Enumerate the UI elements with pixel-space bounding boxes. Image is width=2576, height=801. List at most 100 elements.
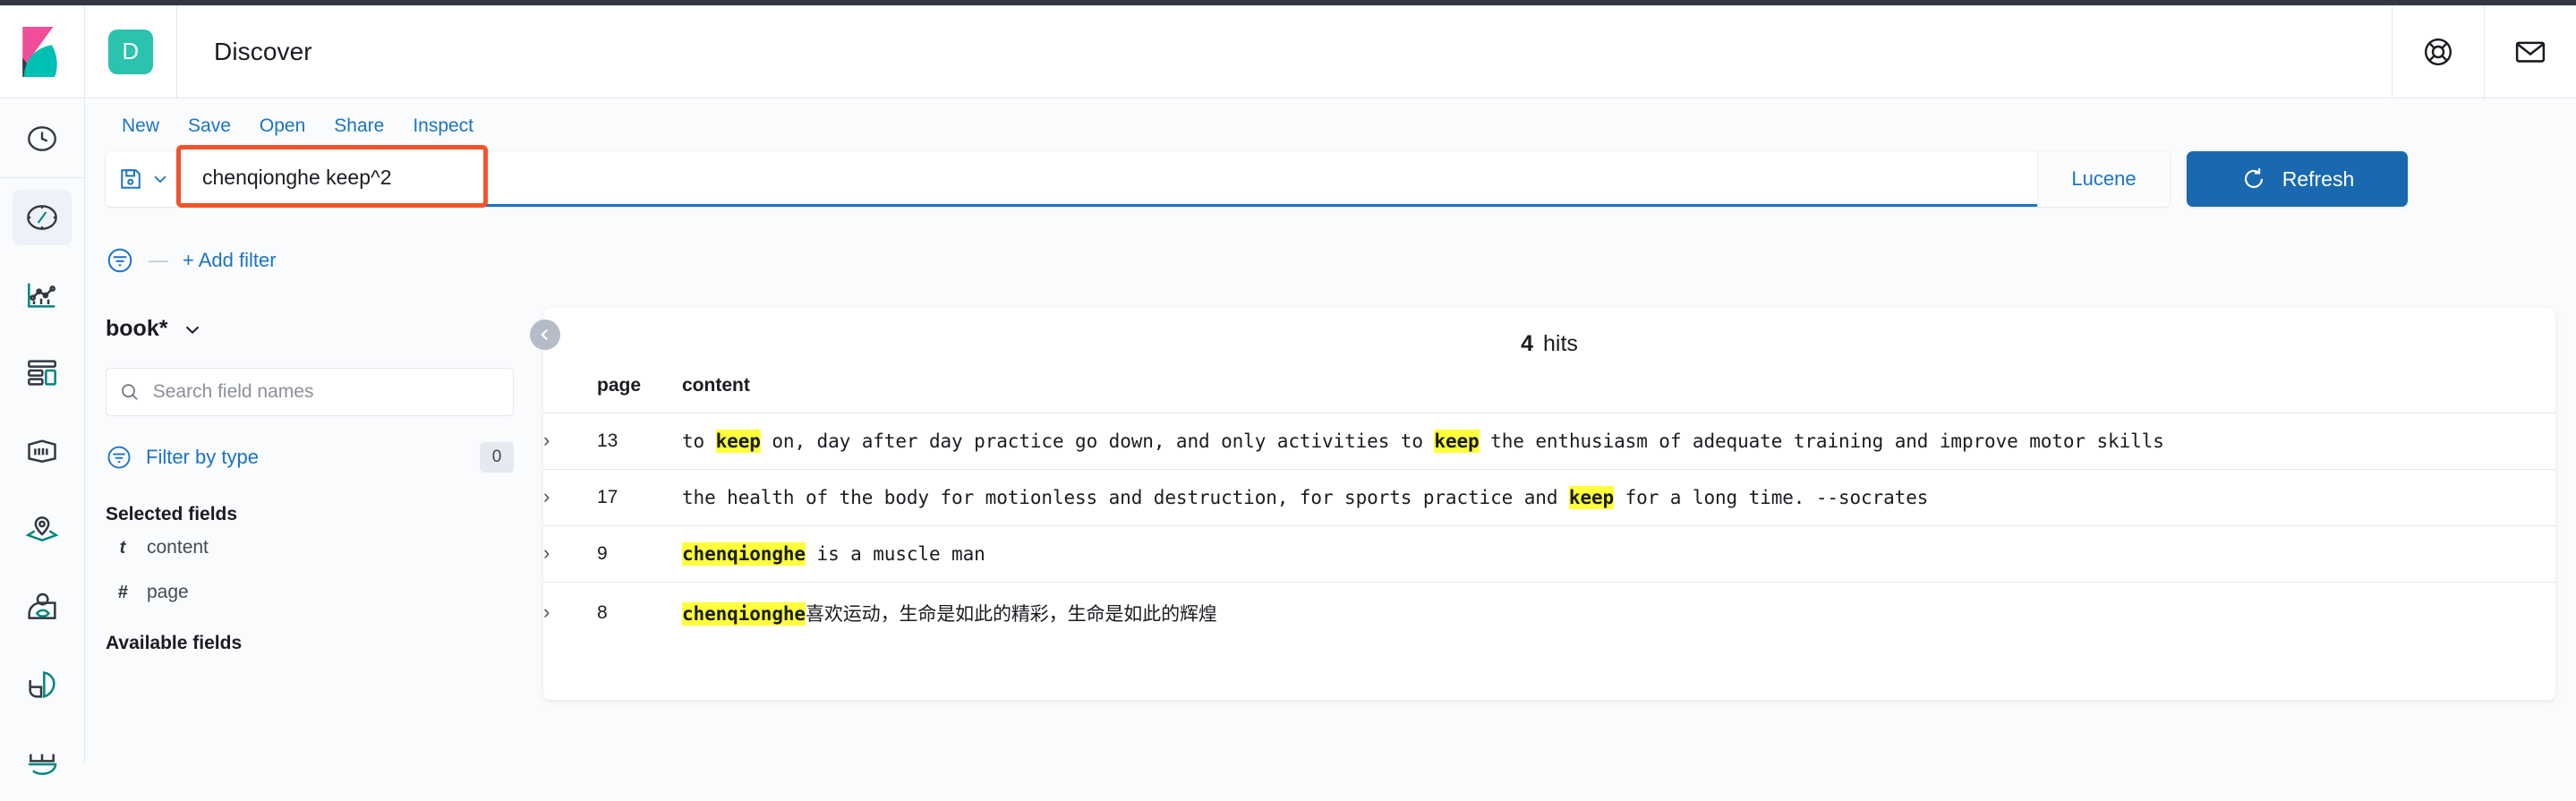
hits-count: 4: [1521, 331, 1533, 356]
highlight-term: chenqionghe: [682, 542, 806, 566]
filter-icon[interactable]: [106, 246, 134, 275]
menu-item-share[interactable]: Share: [320, 112, 398, 141]
field-item-content[interactable]: t content: [106, 525, 514, 570]
table-row[interactable]: › 9 chenqionghe is a muscle man: [543, 525, 2555, 583]
chart-visualize-icon: [28, 283, 56, 308]
expand-row-button[interactable]: ›: [543, 470, 597, 526]
chevron-right-icon: ›: [543, 429, 550, 451]
chevron-left-icon: [541, 328, 548, 341]
kibana-logo-icon: [22, 26, 57, 77]
chevron-right-icon: ›: [543, 541, 550, 564]
help-button[interactable]: [2392, 5, 2484, 98]
cell-content: chenqionghe is a muscle man: [682, 526, 2555, 583]
cell-page: 13: [597, 430, 618, 451]
filter-icon: [107, 446, 131, 469]
expand-row-button[interactable]: ›: [543, 526, 597, 583]
cell-page: 9: [597, 543, 608, 564]
refresh-button[interactable]: Refresh: [2187, 151, 2408, 207]
query-language-button[interactable]: Lucene: [2037, 151, 2170, 207]
dashboard-icon: [28, 359, 56, 386]
clock-recent-icon: [28, 125, 56, 151]
cell-content: the health of the body for motionless an…: [682, 470, 2555, 526]
machine-learning-icon: [28, 592, 56, 619]
menu-item-save[interactable]: Save: [174, 112, 245, 141]
available-fields-heading: Available fields: [106, 633, 243, 653]
search-icon: [122, 384, 138, 400]
mail-envelope-icon: [2515, 41, 2546, 63]
nav-rail-recent[interactable]: [0, 99, 84, 178]
content-text: is a muscle man: [805, 543, 985, 565]
highlight-term: keep: [1434, 430, 1480, 453]
column-header-page: page: [597, 375, 642, 396]
filter-by-type-label: Filter by type: [146, 446, 259, 468]
table-row[interactable]: › 8 chenqionghe喜欢运动，生命是如此的精彩，生命是如此的辉煌: [543, 582, 2555, 644]
chevron-down-icon: [186, 326, 200, 334]
field-type-icon: #: [117, 582, 128, 602]
index-pattern-selector[interactable]: book*: [106, 316, 514, 342]
sidebar-item-canvas[interactable]: [0, 412, 84, 490]
field-type-icon: t: [119, 537, 126, 558]
saved-query-button[interactable]: [106, 151, 181, 207]
field-item-page[interactable]: # page: [106, 570, 514, 615]
app-header: D Discover: [0, 5, 2576, 98]
menu-item-open[interactable]: Open: [245, 112, 320, 141]
refresh-icon: [2244, 168, 2263, 188]
filter-by-type-count: 0: [480, 442, 514, 473]
search-field-names-input[interactable]: [152, 381, 500, 403]
table-row[interactable]: › 13 to keep on, day after day practice go…: [543, 413, 2555, 470]
field-search-box[interactable]: [106, 368, 514, 416]
hits-label: hits: [1543, 331, 1578, 356]
collapse-sidebar-button[interactable]: [530, 320, 560, 350]
chevron-down-icon: [153, 175, 166, 183]
cell-page: 8: [597, 602, 608, 623]
field-name-label: content: [147, 537, 209, 558]
expand-row-button[interactable]: ›: [543, 413, 597, 470]
highlight-term: keep: [715, 430, 761, 453]
cell-content: chenqionghe喜欢运动，生命是如此的精彩，生命是如此的辉煌: [682, 583, 2555, 644]
maps-pin-icon: [25, 516, 59, 541]
highlight-term: keep: [1568, 486, 1615, 509]
column-header-caret: [543, 368, 597, 413]
sidebar-item-dashboard[interactable]: [0, 334, 84, 412]
query-input-wrap: [176, 145, 2037, 208]
content-text: the health of the body for motionless an…: [682, 487, 1569, 508]
content-text: to: [682, 430, 716, 452]
sidebar-item-visualize[interactable]: [0, 256, 84, 334]
highlight-term: chenqionghe: [682, 602, 806, 626]
graph-icon: [29, 670, 55, 698]
chevron-right-icon: ›: [543, 485, 550, 507]
query-bar-row: Lucene Refresh: [86, 145, 2576, 216]
app-badge: D: [108, 29, 153, 74]
menu-item-inspect[interactable]: Inspect: [398, 112, 488, 141]
canvas-icon: [28, 439, 56, 463]
sidebar-item-maps[interactable]: [0, 490, 84, 567]
nav-rail: [0, 99, 85, 775]
documents-table: page content › 13 to keep on, day after da…: [543, 368, 2555, 643]
app-badge-cell[interactable]: D: [85, 5, 177, 98]
index-pattern-label: book*: [106, 316, 168, 341]
page-title: Discover: [214, 37, 312, 65]
header-actions: [2392, 5, 2576, 98]
cell-content: to keep on, day after day practice go do…: [682, 413, 2555, 470]
sidebar-item-machine-learning[interactable]: [0, 567, 84, 645]
add-filter-button[interactable]: + Add filter: [183, 249, 277, 272]
query-bar: Lucene: [106, 145, 2170, 208]
filter-by-type-button[interactable]: Filter by type 0: [106, 438, 514, 477]
refresh-label: Refresh: [2282, 166, 2355, 191]
menu-item-new[interactable]: New: [113, 112, 174, 141]
sidebar-item-graph[interactable]: [0, 645, 84, 723]
filter-bar: — + Add filter: [86, 240, 2576, 281]
table-row[interactable]: › 17 the health of the body for motionless…: [543, 469, 2555, 526]
mail-button[interactable]: [2484, 5, 2576, 98]
selected-fields-heading: Selected fields: [106, 504, 238, 524]
expand-row-button[interactable]: ›: [543, 583, 597, 644]
content-text: on, day after day practice go down, and …: [760, 430, 1435, 452]
search-input[interactable]: [181, 151, 2037, 204]
chevron-right-icon: ›: [543, 601, 550, 623]
content-text: for a long time. --socrates: [1614, 487, 1929, 508]
kibana-logo-cell[interactable]: [0, 5, 85, 98]
compass-discover-icon: [27, 204, 57, 230]
sidebar-item-discover[interactable]: [0, 178, 84, 256]
hits-bar: 4 hits: [543, 308, 2555, 368]
table-body: › 13 to keep on, day after day practice go…: [543, 413, 2555, 644]
